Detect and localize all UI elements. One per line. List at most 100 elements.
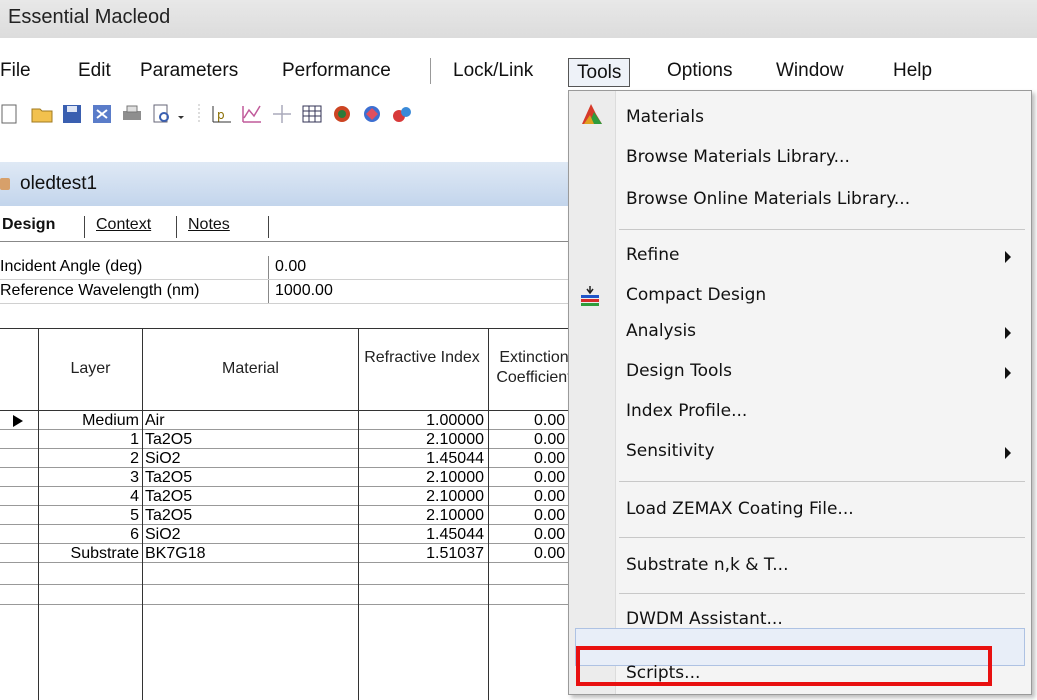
tab-notes[interactable]: Notes	[188, 216, 230, 234]
material-cell[interactable]: BK7G18	[145, 545, 205, 563]
incident-angle-field[interactable]: 0.00	[275, 258, 306, 276]
index-cell[interactable]: 1.51037	[360, 545, 484, 563]
highlight-annotation-box	[576, 646, 992, 686]
compact-design-icon	[581, 286, 599, 306]
performance-plot-icon[interactable]	[240, 102, 264, 126]
column-header-extinction-coefficient[interactable]: Extinction Coefficient	[494, 348, 574, 390]
print-preview-icon[interactable]	[150, 102, 174, 126]
layer-cell[interactable]: 5	[40, 507, 139, 525]
index-cell[interactable]: 2.10000	[360, 469, 484, 487]
menu-item-sensitivity[interactable]: Sensitivity	[626, 441, 715, 461]
index-cell[interactable]: 2.10000	[360, 431, 484, 449]
current-row-arrow-icon	[13, 415, 23, 427]
new-document-icon[interactable]	[0, 102, 24, 126]
menu-item-dwdm-assistant[interactable]: DWDM Assistant...	[626, 609, 783, 629]
submenu-arrow-icon	[1005, 447, 1011, 459]
tab-design[interactable]: Design	[2, 216, 55, 234]
column-header-refractive-index[interactable]: Refractive Index	[362, 348, 482, 368]
column-header-material[interactable]: Material	[143, 359, 358, 379]
menu-window[interactable]: Window	[776, 60, 844, 82]
menu-item-browse-online-materials-library[interactable]: Browse Online Materials Library...	[626, 189, 910, 209]
material-cell[interactable]: Air	[145, 412, 165, 430]
menu-item-materials[interactable]: Materials	[626, 107, 704, 127]
submenu-arrow-icon	[1005, 327, 1011, 339]
submenu-arrow-icon	[1005, 367, 1011, 379]
menu-file[interactable]: File	[0, 60, 31, 82]
layer-cell[interactable]: 1	[40, 431, 139, 449]
menu-separator	[619, 481, 1025, 482]
material-cell[interactable]: Ta2O5	[145, 469, 192, 487]
property-divider	[268, 280, 269, 303]
layer-cell[interactable]: 3	[40, 469, 139, 487]
grid-line	[0, 410, 580, 411]
material-cell[interactable]: SiO2	[145, 450, 181, 468]
menu-item-compact-design[interactable]: Compact Design	[626, 285, 766, 305]
save-icon[interactable]	[60, 102, 84, 126]
layer-cell[interactable]: 2	[40, 450, 139, 468]
menu-item-substrate-nkt[interactable]: Substrate n,k & T...	[626, 555, 788, 575]
grid-line	[38, 328, 39, 700]
menu-tools[interactable]: Tools	[568, 58, 631, 87]
material-cell[interactable]: SiO2	[145, 526, 181, 544]
menu-icon-gutter	[569, 91, 616, 694]
svg-text:p: p	[217, 108, 225, 122]
color-icon[interactable]	[330, 102, 354, 126]
3d-plot-icon[interactable]	[360, 102, 384, 126]
menu-options[interactable]: Options	[667, 60, 732, 82]
material-cell[interactable]: Ta2O5	[145, 507, 192, 525]
document-title: oledtest1	[20, 173, 98, 194]
column-header-layer[interactable]: Layer	[39, 359, 142, 379]
grid-line	[358, 328, 359, 700]
index-cell[interactable]: 1.45044	[360, 526, 484, 544]
material-cell[interactable]: Ta2O5	[145, 431, 192, 449]
menu-item-load-zemax-coating-file[interactable]: Load ZEMAX Coating File...	[626, 499, 854, 519]
crosshair-icon[interactable]	[270, 102, 294, 126]
document-tabs: Design Context Notes	[0, 212, 580, 242]
tab-context[interactable]: Context	[96, 216, 151, 234]
grid-line	[142, 328, 143, 700]
open-folder-icon[interactable]	[30, 102, 54, 126]
toolbar-grip-icon	[198, 104, 200, 124]
property-divider	[268, 256, 269, 279]
menu-performance[interactable]: Performance	[282, 60, 391, 82]
menu-help[interactable]: Help	[893, 60, 932, 82]
window-titlebar: Essential Macleod	[0, 0, 1037, 38]
layer-cell[interactable]: Substrate	[40, 545, 139, 563]
menu-item-browse-materials-library[interactable]: Browse Materials Library...	[626, 147, 850, 167]
tab-baseline	[0, 241, 580, 242]
submenu-arrow-icon	[1005, 251, 1011, 263]
table-icon[interactable]	[300, 102, 324, 126]
menu-item-refine[interactable]: Refine	[626, 245, 679, 265]
export-icon[interactable]	[90, 102, 114, 126]
index-cell[interactable]: 1.00000	[360, 412, 484, 430]
grid-line	[0, 604, 580, 605]
reference-wavelength-field[interactable]: 1000.00	[275, 282, 333, 300]
menu-parameters[interactable]: Parameters	[140, 60, 238, 82]
layer-cell[interactable]: 4	[40, 488, 139, 506]
print-icon[interactable]	[120, 102, 144, 126]
document-icon	[0, 178, 10, 190]
menu-item-design-tools[interactable]: Design Tools	[626, 361, 732, 381]
layer-cell[interactable]: Medium	[40, 412, 139, 430]
tab-separator	[268, 216, 269, 238]
dropdown-arrow-icon[interactable]	[176, 102, 186, 126]
grid-line	[0, 328, 580, 329]
design-plot-icon[interactable]: p	[210, 102, 234, 126]
animate-icon[interactable]	[390, 102, 414, 126]
index-cell[interactable]: 2.10000	[360, 488, 484, 506]
layer-cell[interactable]: 6	[40, 526, 139, 544]
tab-separator	[176, 216, 177, 238]
menu-lock-link[interactable]: Lock/Link	[453, 60, 533, 82]
menu-edit[interactable]: Edit	[78, 60, 111, 82]
property-label: Incident Angle (deg)	[0, 258, 143, 275]
menu-item-analysis[interactable]: Analysis	[626, 321, 696, 341]
menu-item-index-profile[interactable]: Index Profile...	[626, 401, 747, 421]
index-cell[interactable]: 2.10000	[360, 507, 484, 525]
menu-separator	[619, 229, 1025, 230]
menu-separator	[619, 593, 1025, 594]
menubar-separator	[430, 58, 431, 84]
index-cell[interactable]: 1.45044	[360, 450, 484, 468]
tab-separator	[84, 216, 85, 238]
material-cell[interactable]: Ta2O5	[145, 488, 192, 506]
property-label: Reference Wavelength (nm)	[0, 282, 200, 299]
